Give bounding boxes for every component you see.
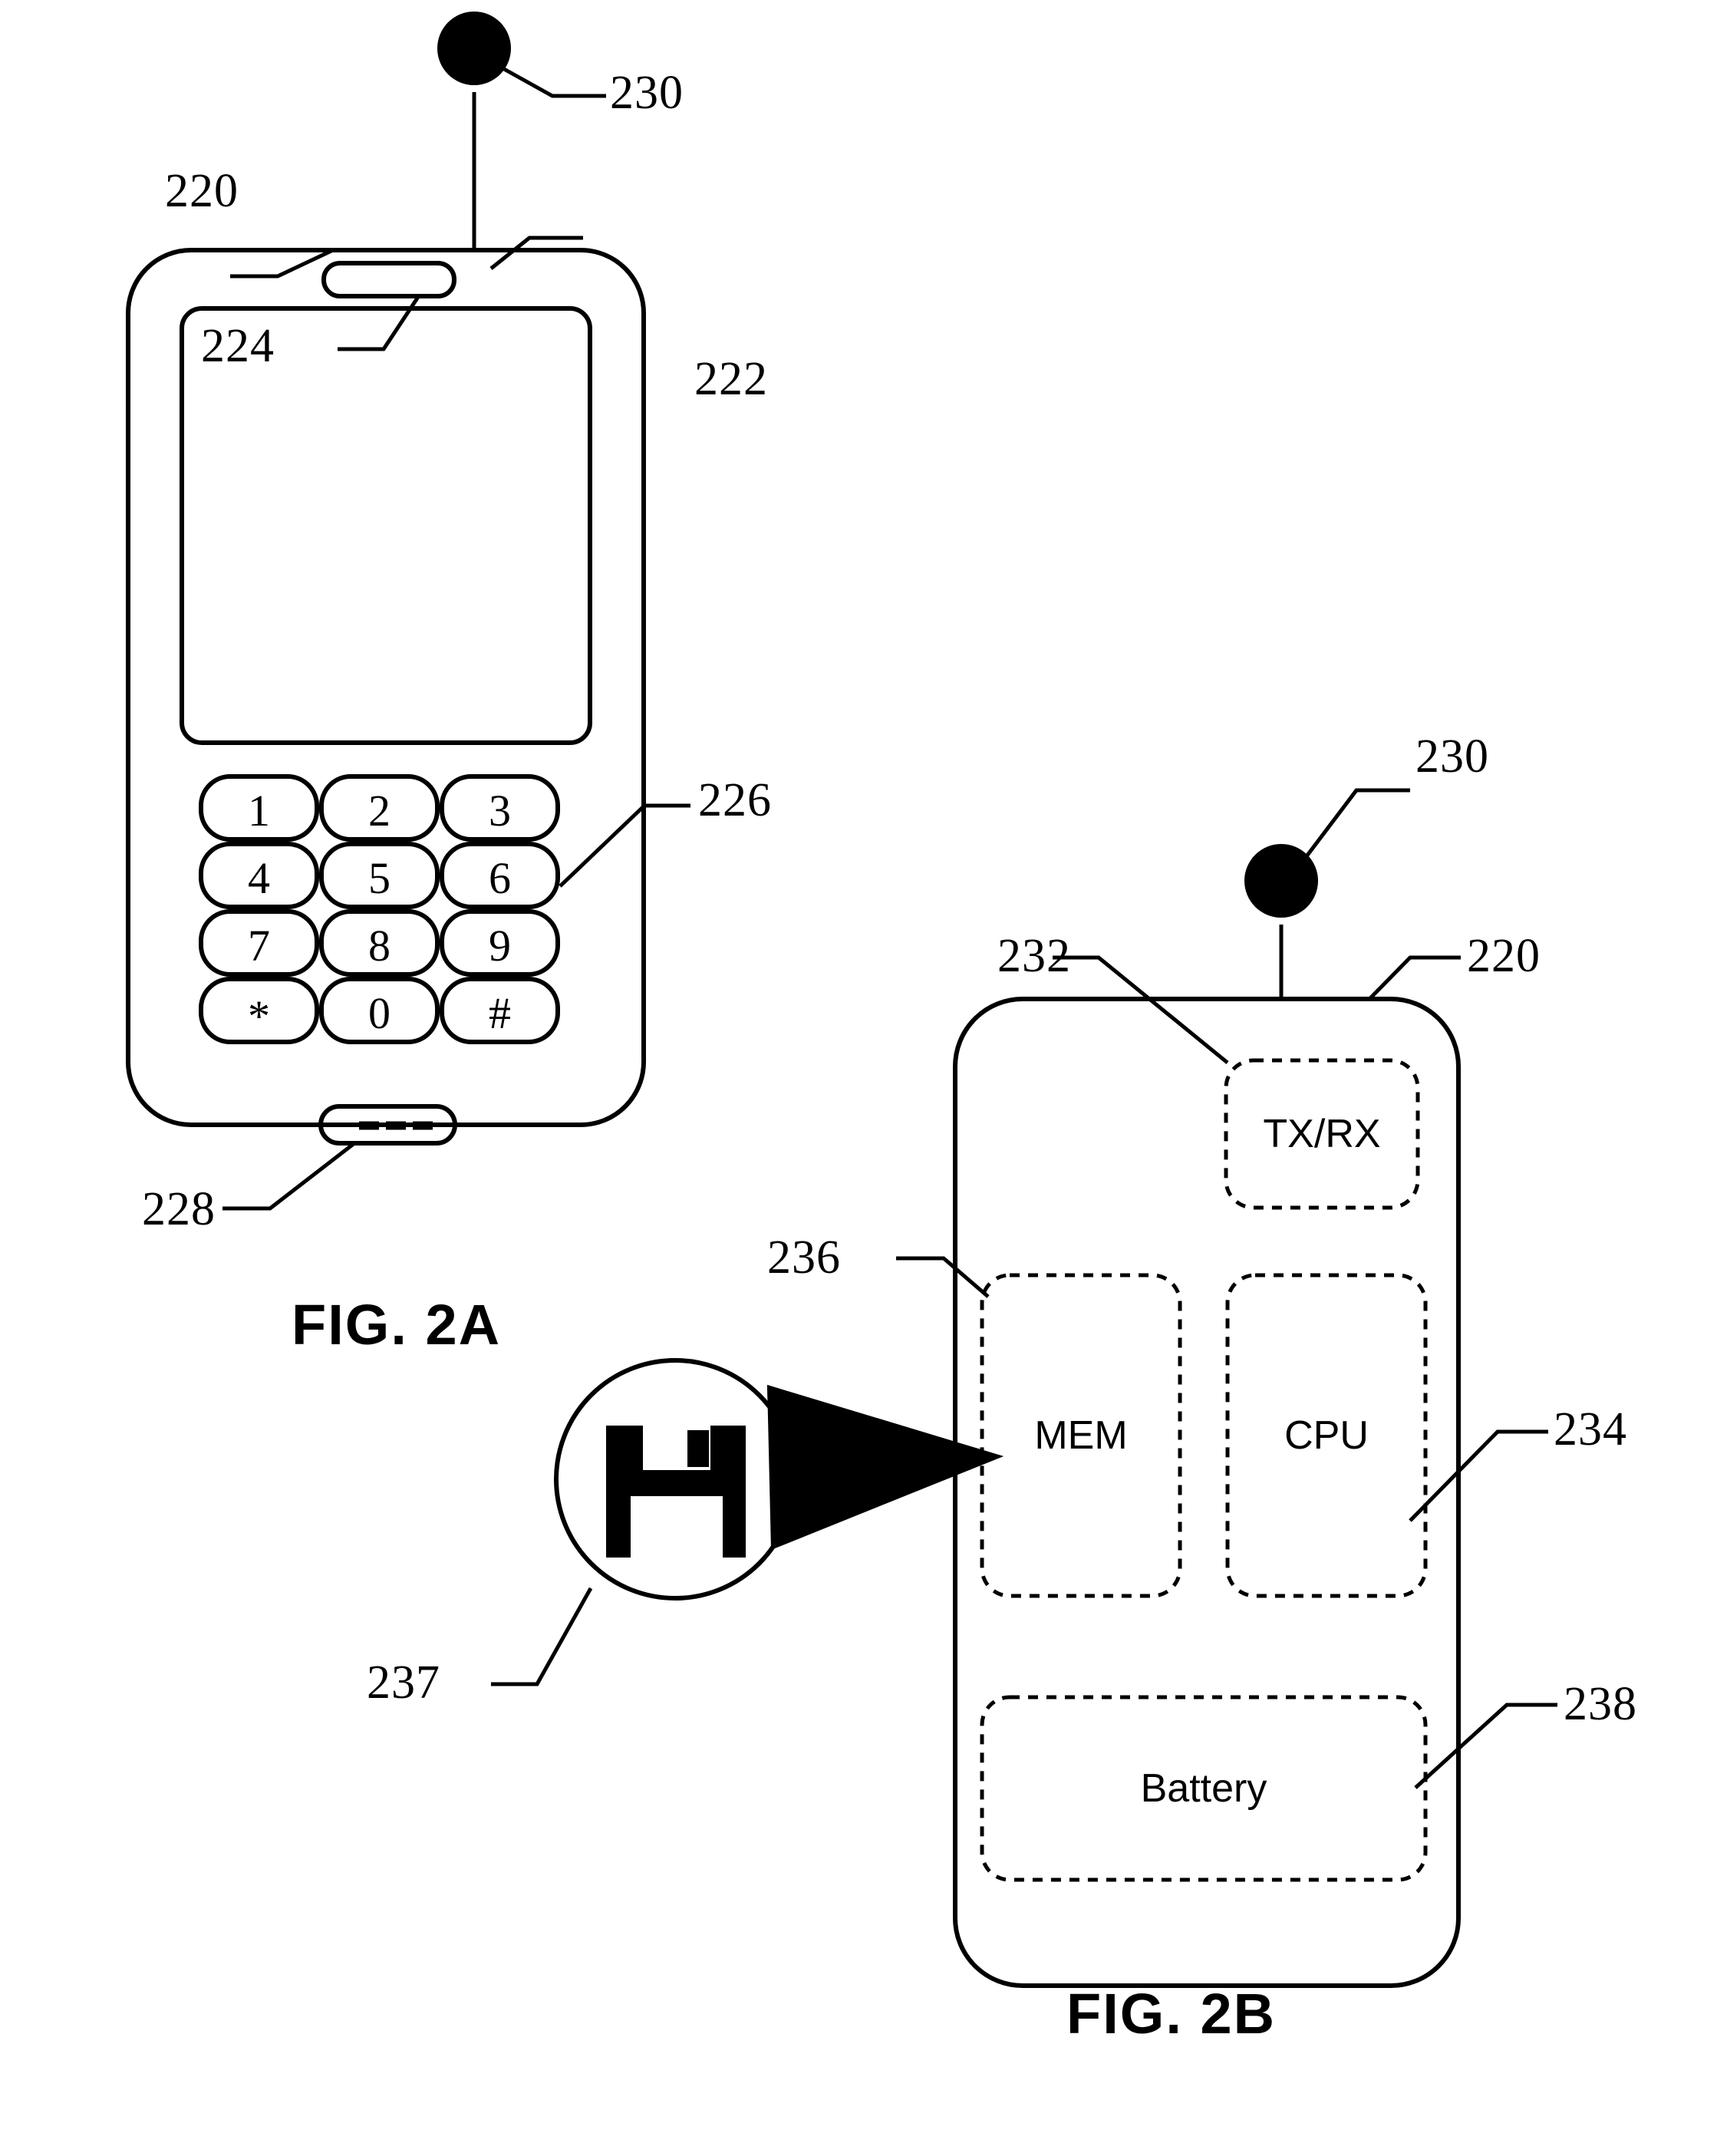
ref-222: 222 bbox=[694, 353, 768, 405]
keypad-key-6[interactable]: 6 bbox=[442, 856, 558, 901]
display-screen-outline-222 bbox=[180, 306, 592, 745]
leader-226 bbox=[559, 803, 690, 888]
ref-220-fig2a: 220 bbox=[165, 165, 239, 217]
keypad-key-7[interactable]: 7 bbox=[201, 924, 317, 968]
leader-222 bbox=[489, 236, 583, 270]
keypad-key-9[interactable]: 9 bbox=[442, 924, 558, 968]
patent-figure-sheet: 230 220 224 222 226 228 1 2 3 4 5 6 7 8 … bbox=[0, 0, 1717, 2156]
keypad-key-star[interactable]: * bbox=[201, 994, 317, 1039]
leader-234 bbox=[1409, 1429, 1548, 1522]
transceiver-block-label: TX/RX bbox=[1263, 1112, 1381, 1156]
memory-callout-237 bbox=[491, 1358, 1004, 1686]
keypad-key-0[interactable]: 0 bbox=[321, 991, 437, 1036]
figure-caption-2b: FIG. 2B bbox=[1066, 1982, 1277, 2046]
ref-232: 232 bbox=[997, 930, 1071, 982]
antenna-230-fig2a bbox=[437, 12, 606, 251]
floppy-disk-icon bbox=[606, 1426, 746, 1558]
leader-220-fig2b bbox=[1368, 955, 1461, 1001]
antenna-230-fig2b bbox=[1244, 788, 1410, 999]
earpiece-outline-224 bbox=[321, 261, 456, 298]
memory-block-label: MEM bbox=[1034, 1413, 1128, 1458]
leader-232 bbox=[1053, 955, 1229, 1064]
ref-228: 228 bbox=[142, 1183, 216, 1235]
ref-234: 234 bbox=[1554, 1403, 1627, 1455]
leader-236 bbox=[896, 1256, 990, 1298]
figure-caption-2a: FIG. 2A bbox=[292, 1293, 502, 1357]
leader-238 bbox=[1414, 1703, 1557, 1789]
keypad-key-3[interactable]: 3 bbox=[442, 789, 558, 833]
callout-cone-top bbox=[767, 1385, 1004, 1550]
leader-228 bbox=[222, 1142, 356, 1211]
leader-237 bbox=[491, 1587, 593, 1686]
ref-230-fig2b: 230 bbox=[1415, 730, 1489, 783]
ref-236: 236 bbox=[767, 1231, 841, 1284]
keypad-key-5[interactable]: 5 bbox=[321, 856, 437, 901]
leader-220-fig2a bbox=[230, 249, 333, 279]
keypad-key-4[interactable]: 4 bbox=[201, 856, 317, 901]
ref-224: 224 bbox=[201, 320, 275, 372]
battery-block-label: Battery bbox=[1140, 1766, 1267, 1811]
keypad-key-hash[interactable]: # bbox=[442, 991, 558, 1036]
ref-220-fig2b: 220 bbox=[1467, 930, 1541, 982]
keypad-key-2[interactable]: 2 bbox=[321, 789, 437, 833]
keypad-key-1[interactable]: 1 bbox=[201, 789, 317, 833]
processor-block-label: CPU bbox=[1284, 1413, 1369, 1458]
ref-237: 237 bbox=[367, 1657, 440, 1709]
ref-230-fig2a: 230 bbox=[610, 67, 684, 119]
ref-226: 226 bbox=[698, 774, 772, 826]
ref-238: 238 bbox=[1564, 1678, 1637, 1730]
leader-224 bbox=[338, 295, 420, 351]
keypad-key-8[interactable]: 8 bbox=[321, 924, 437, 968]
